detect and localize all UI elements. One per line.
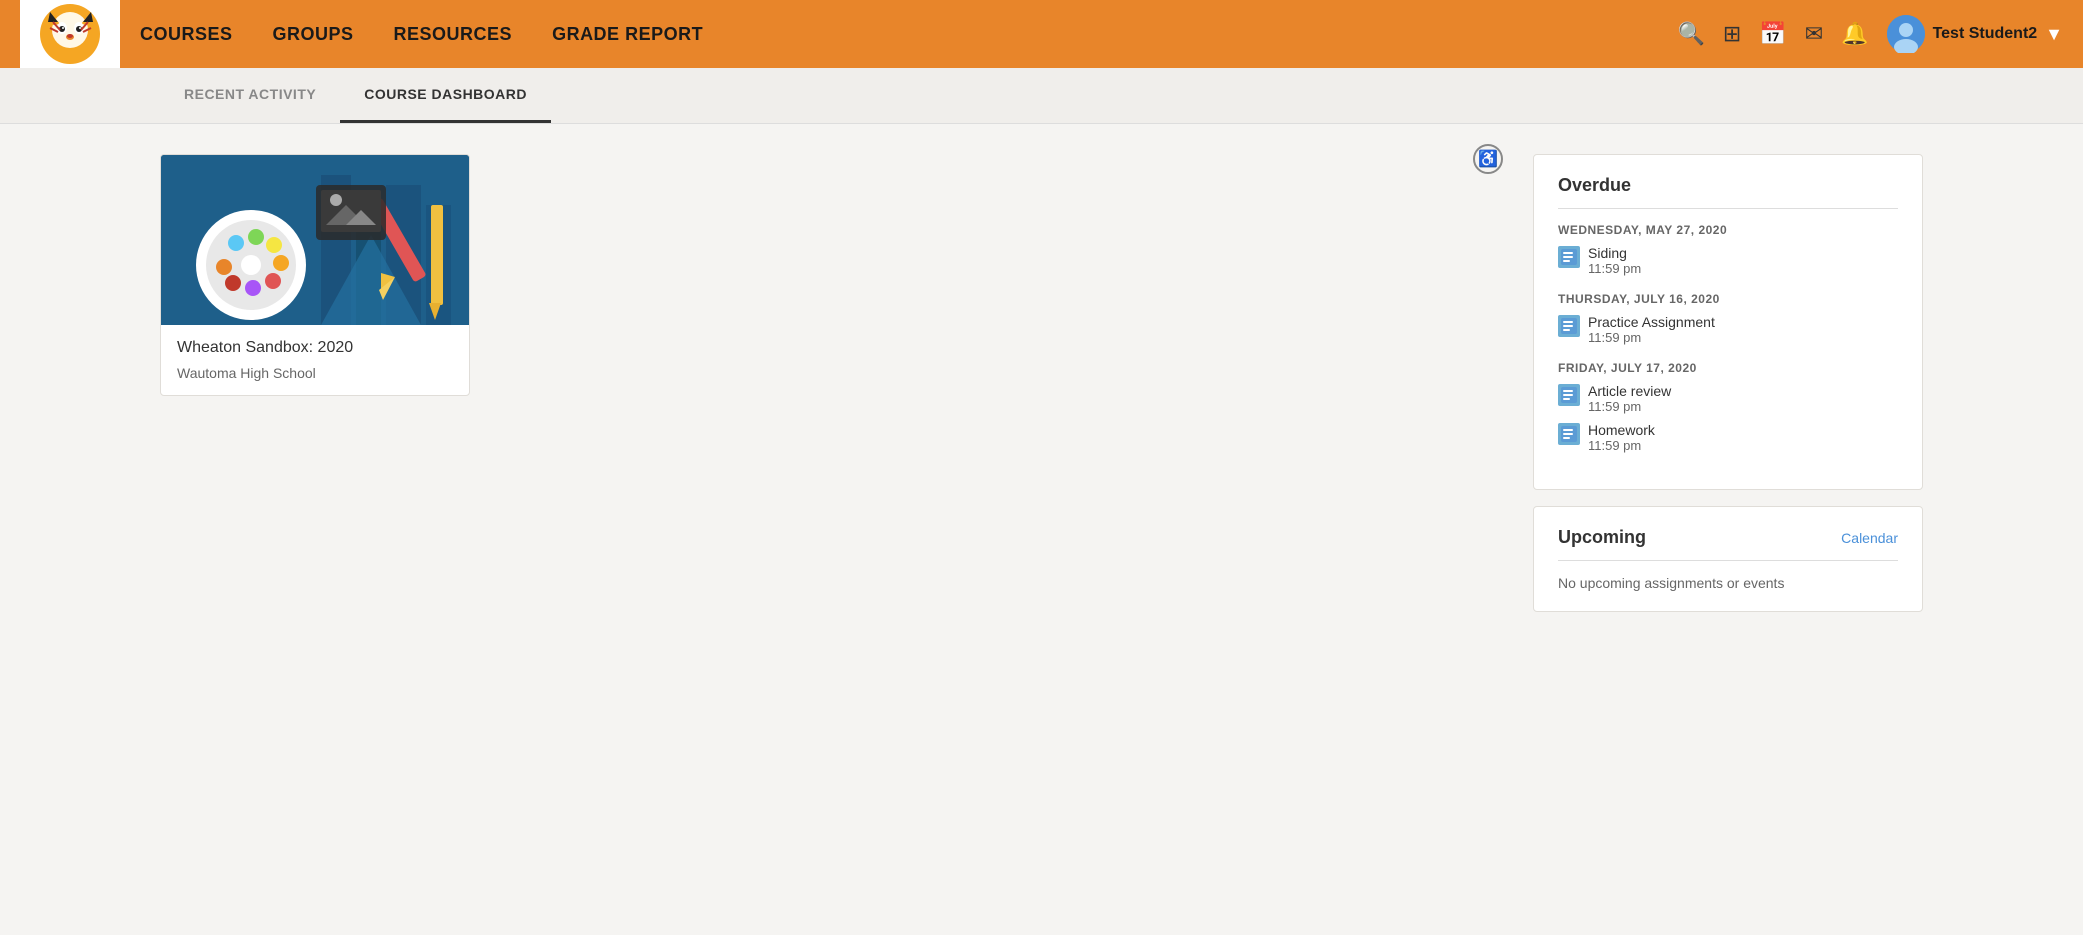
avatar xyxy=(1887,15,1925,53)
header: COURSES GROUPS RESOURCES GRADE REPORT 🔍 … xyxy=(0,0,2083,68)
no-upcoming-text: No upcoming assignments or events xyxy=(1558,575,1898,591)
search-icon[interactable]: 🔍 xyxy=(1677,21,1704,47)
upcoming-box: Upcoming Calendar No upcoming assignment… xyxy=(1533,506,1923,612)
overdue-title: Overdue xyxy=(1558,175,1898,209)
assignment-name-siding: Siding xyxy=(1588,245,1641,261)
nav-groups[interactable]: GROUPS xyxy=(273,24,354,45)
course-info: Wheaton Sandbox: 2020 Wautoma High Schoo… xyxy=(161,325,469,395)
user-dropdown-arrow[interactable]: ▼ xyxy=(2045,24,2063,45)
course-card[interactable]: Wheaton Sandbox: 2020 Wautoma High Schoo… xyxy=(160,154,470,396)
assignment-details-practice: Practice Assignment 11:59 pm xyxy=(1588,314,1715,345)
username: Test Student2 xyxy=(1933,25,2038,43)
assignment-details-article: Article review 11:59 pm xyxy=(1588,383,1671,414)
course-title: Wheaton Sandbox: 2020 xyxy=(177,339,453,357)
overdue-box: Overdue WEDNESDAY, MAY 27, 2020 Siding 1… xyxy=(1533,154,1923,490)
assignment-article: Article review 11:59 pm xyxy=(1558,383,1898,414)
tab-recent-activity[interactable]: RECENT ACTIVITY xyxy=(160,68,340,123)
nav-courses[interactable]: COURSES xyxy=(140,24,233,45)
assignment-name-homework: Homework xyxy=(1588,422,1655,438)
date-group-jul16: THURSDAY, JULY 16, 2020 Practice Assignm… xyxy=(1558,292,1898,345)
assignment-name-article: Article review xyxy=(1588,383,1671,399)
date-label-jul17: FRIDAY, JULY 17, 2020 xyxy=(1558,361,1898,375)
upcoming-title: Upcoming xyxy=(1558,527,1646,548)
main-content: ♿ xyxy=(0,124,2083,658)
courses-area: ♿ xyxy=(160,154,1503,628)
calendar-icon[interactable]: 📅 xyxy=(1759,21,1786,47)
upcoming-header: Upcoming Calendar xyxy=(1558,527,1898,561)
assignment-homework: Homework 11:59 pm xyxy=(1558,422,1898,453)
course-school: Wautoma High School xyxy=(177,365,453,381)
tab-course-dashboard[interactable]: COURSE DASHBOARD xyxy=(340,68,551,123)
bell-icon[interactable]: 🔔 xyxy=(1841,21,1868,47)
assignment-time-practice: 11:59 pm xyxy=(1588,330,1715,345)
assignment-icon-2 xyxy=(1558,315,1580,337)
tiger-icon xyxy=(38,2,103,67)
nav-grade-report[interactable]: GRADE REPORT xyxy=(552,24,703,45)
assignment-icon-3 xyxy=(1558,384,1580,406)
course-thumbnail-image xyxy=(161,155,470,325)
date-group-may27: WEDNESDAY, MAY 27, 2020 Siding 11:59 pm xyxy=(1558,223,1898,276)
date-label-jul16: THURSDAY, JULY 16, 2020 xyxy=(1558,292,1898,306)
course-thumbnail xyxy=(161,155,470,325)
calendar-link[interactable]: Calendar xyxy=(1841,530,1898,546)
tabs-bar: RECENT ACTIVITY COURSE DASHBOARD xyxy=(0,68,2083,124)
assignment-details-homework: Homework 11:59 pm xyxy=(1588,422,1655,453)
header-right: 🔍 ⊞ 📅 ✉ 🔔 Test Student2 ▼ xyxy=(1677,15,2063,53)
sidebar: Overdue WEDNESDAY, MAY 27, 2020 Siding 1… xyxy=(1533,154,1923,628)
accessibility-icon[interactable]: ♿ xyxy=(1473,144,1503,174)
mail-icon[interactable]: ✉ xyxy=(1805,21,1823,47)
assignment-icon-4 xyxy=(1558,423,1580,445)
user-menu[interactable]: Test Student2 ▼ xyxy=(1887,15,2063,53)
assignment-time-article: 11:59 pm xyxy=(1588,399,1671,414)
assignment-time-siding: 11:59 pm xyxy=(1588,261,1641,276)
assignment-details-siding: Siding 11:59 pm xyxy=(1588,245,1641,276)
assignment-icon xyxy=(1558,246,1580,268)
nav-resources[interactable]: RESOURCES xyxy=(394,24,513,45)
grid-icon[interactable]: ⊞ xyxy=(1723,21,1741,47)
date-label-may27: WEDNESDAY, MAY 27, 2020 xyxy=(1558,223,1898,237)
assignment-time-homework: 11:59 pm xyxy=(1588,438,1655,453)
assignment-siding: Siding 11:59 pm xyxy=(1558,245,1898,276)
date-group-jul17: FRIDAY, JULY 17, 2020 Article review 11:… xyxy=(1558,361,1898,453)
assignment-practice: Practice Assignment 11:59 pm xyxy=(1558,314,1898,345)
assignment-name-practice: Practice Assignment xyxy=(1588,314,1715,330)
main-nav: COURSES GROUPS RESOURCES GRADE REPORT xyxy=(140,24,1677,45)
avatar-image xyxy=(1887,15,1925,53)
logo[interactable] xyxy=(20,0,120,68)
